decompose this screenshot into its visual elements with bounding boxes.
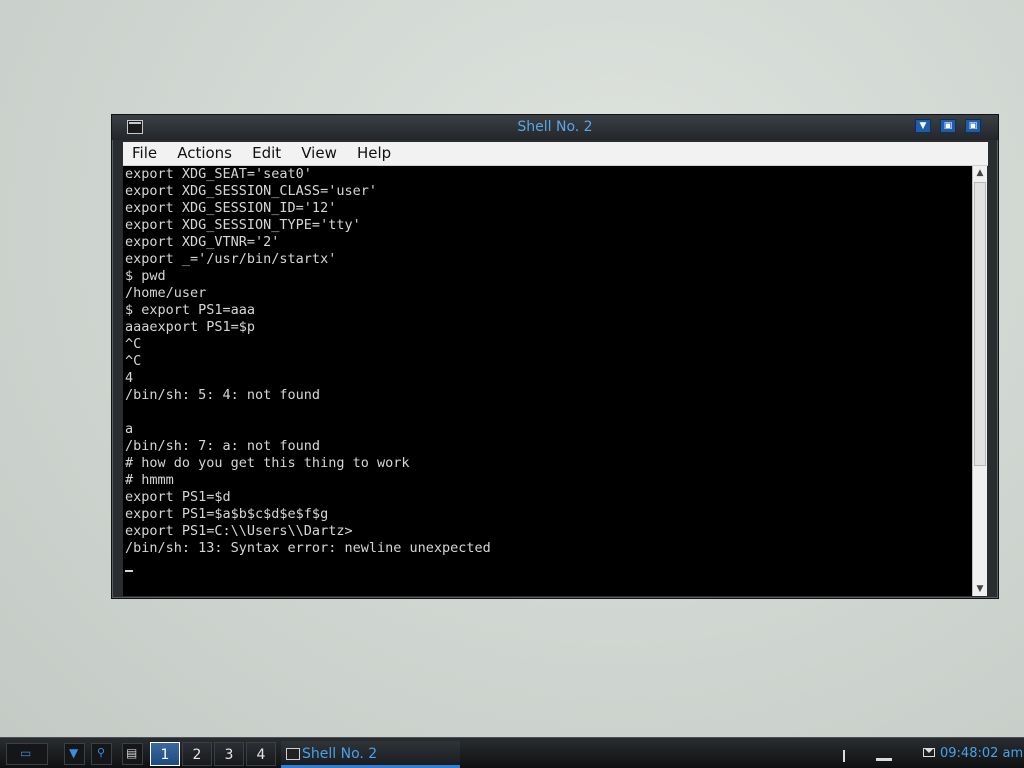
menu-icon: ▭ [20, 746, 32, 760]
terminal-line: /bin/sh: 5: 4: not found [125, 387, 321, 403]
terminal-text: export XDG_SEAT='seat0' export XDG_SESSIO… [123, 166, 972, 574]
taskbar: ▭ ▼ ⚲ ▤ 1 2 3 4 Shell No. 2 09:48:02 am [0, 737, 1024, 768]
desktop-4[interactable]: 4 [246, 742, 276, 766]
terminal-line: # hmmm [125, 472, 174, 488]
terminal-line: export XDG_SESSION_ID='12' [125, 200, 337, 216]
clock[interactable]: 09:48:02 am [940, 746, 1023, 761]
menu-actions[interactable]: Actions [171, 142, 238, 165]
search-icon: ⚲ [97, 746, 106, 759]
terminal-line: /bin/sh: 7: a: not found [125, 438, 321, 454]
menu-bar: File Actions Edit View Help [123, 142, 988, 166]
terminal-line: ^C [125, 336, 142, 352]
terminal-line: $ export PS1=aaa [125, 302, 256, 318]
terminal-line: 4 [125, 370, 134, 386]
search-button[interactable]: ⚲ [91, 743, 112, 765]
terminal-cursor-line [125, 557, 972, 574]
terminal-icon [286, 748, 300, 760]
terminal-output[interactable]: export XDG_SEAT='seat0' export XDG_SESSIO… [123, 166, 972, 596]
start-menu-button[interactable]: ▭ [6, 743, 48, 765]
tray-indicator-icon[interactable] [843, 750, 845, 762]
terminal-line: export PS1=$d [125, 489, 231, 505]
task-label: Shell No. 2 [302, 746, 378, 762]
terminal-line: aaaexport PS1=$p [125, 319, 256, 335]
terminal-line: export XDG_VTNR='2' [125, 234, 280, 250]
terminal-window[interactable]: Shell No. 2 ▼ ▣ ▣ File Actions Edit View… [111, 114, 999, 599]
window-list-button[interactable]: ▼ [64, 743, 85, 765]
mail-icon[interactable] [923, 748, 935, 757]
menu-help[interactable]: Help [351, 142, 397, 165]
terminal-line: export _='/usr/bin/startx' [125, 251, 337, 267]
scrollbar-thumb[interactable] [974, 182, 986, 466]
menu-edit[interactable]: Edit [246, 142, 287, 165]
battery-icon[interactable] [876, 758, 892, 761]
desktop-1[interactable]: 1 [150, 742, 180, 766]
text-cursor [125, 570, 133, 572]
terminal-launcher-button[interactable]: ▤ [122, 743, 143, 765]
close-button[interactable]: ▣ [965, 119, 981, 133]
chevron-down-icon: ▼ [69, 746, 79, 760]
minimize-button[interactable]: ▼ [915, 119, 931, 133]
terminal-line: export PS1=$a$b$c$d$e$f$g [125, 506, 329, 522]
desktop-3[interactable]: 3 [214, 742, 244, 766]
task-shell-no-2[interactable]: Shell No. 2 [281, 741, 460, 768]
terminal-line: a [125, 421, 134, 437]
menu-file[interactable]: File [126, 142, 163, 165]
vertical-scrollbar[interactable]: ▲ ▼ [972, 166, 987, 596]
terminal-line: export PS1=C:\\Users\\Dartz> [125, 523, 353, 539]
scroll-up-arrow-icon[interactable]: ▲ [973, 166, 987, 180]
terminal-line: export XDG_SEAT='seat0' [125, 166, 312, 182]
terminal-icon: ▤ [126, 746, 138, 760]
window-title: Shell No. 2 [517, 119, 593, 135]
terminal-line: ^C [125, 353, 142, 369]
title-bar[interactable]: Shell No. 2 ▼ ▣ ▣ [112, 115, 998, 140]
terminal-line: # how do you get this thing to work [125, 455, 410, 471]
menu-view[interactable]: View [295, 142, 343, 165]
desktop-2[interactable]: 2 [182, 742, 212, 766]
terminal-line: $ pwd [125, 268, 166, 284]
terminal-line: export XDG_SESSION_CLASS='user' [125, 183, 377, 199]
terminal-line: /home/user [125, 285, 207, 301]
scroll-down-arrow-icon[interactable]: ▼ [973, 582, 987, 596]
terminal-line: export XDG_SESSION_TYPE='tty' [125, 217, 361, 233]
terminal-line: /bin/sh: 13: Syntax error: newline unexp… [125, 540, 491, 556]
maximize-button[interactable]: ▣ [940, 119, 956, 133]
